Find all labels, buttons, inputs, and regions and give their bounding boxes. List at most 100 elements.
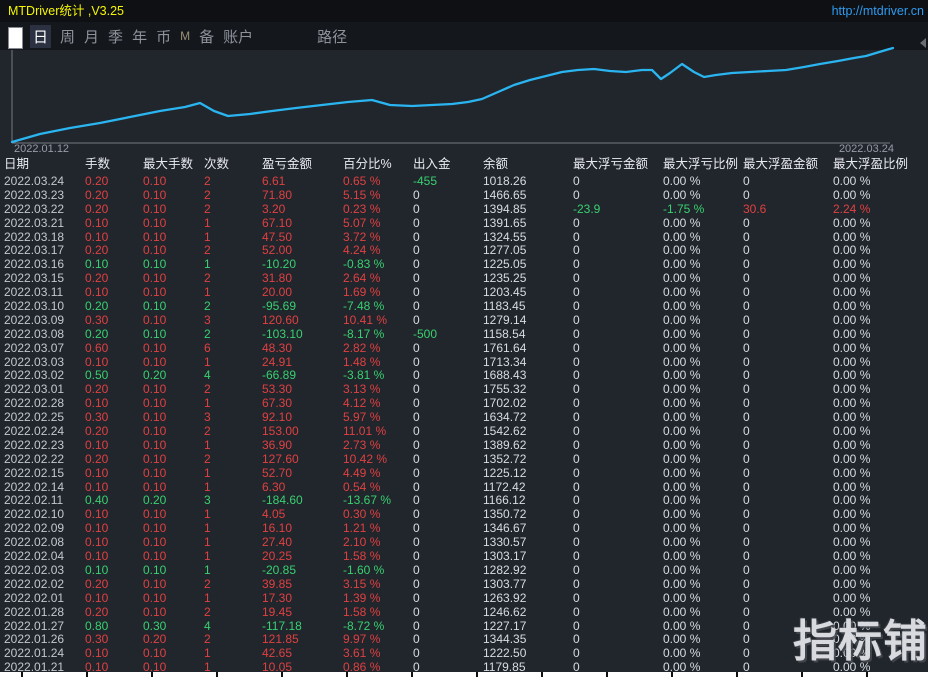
table-cell: 1466.65 [483,189,573,203]
table-row: 2022.03.020.500.204-66.89-3.81 %01688.43… [0,369,928,383]
table-cell: -1.75 % [663,203,743,217]
table-cell: 1166.12 [483,494,573,508]
table-cell: 2022.02.11 [4,494,85,508]
white-box-control[interactable] [8,27,23,49]
table-cell: -0.83 % [343,258,413,272]
table-cell: 11.01 % [343,425,413,439]
table-cell: 0.20 [85,272,143,286]
table-cell: 0.10 [143,522,204,536]
table-cell: 5.15 % [343,189,413,203]
table-cell: 0 [573,522,663,536]
table-cell: 2 [204,189,262,203]
table-row: 2022.02.220.200.102127.6010.42 %01352.72… [0,453,928,467]
table-cell: 0.10 [85,356,143,370]
table-cell: 2022.02.14 [4,481,85,495]
table-cell: 0 [413,189,483,203]
table-cell: 0.00 % [833,383,928,397]
table-cell: 1018.26 [483,175,573,189]
table-cell: 3.15 % [343,578,413,592]
table-row: 2022.02.080.100.10127.402.10 %01330.5700… [0,536,928,550]
table-cell: 0 [413,272,483,286]
table-cell: 6.61 [262,175,343,189]
table-cell: 0 [743,425,833,439]
table-cell: 67.10 [262,217,343,231]
table-cell: 0 [413,369,483,383]
table-row: 2022.02.030.100.101-20.85-1.60 %01282.92… [0,564,928,578]
table-cell: -20.85 [262,564,343,578]
table-cell: 0 [573,481,663,495]
table-cell: 0.00 % [663,508,743,522]
table-cell: 0.00 % [833,411,928,425]
table-cell: 52.70 [262,467,343,481]
table-row: 2022.03.240.200.1026.610.65 %-4551018.26… [0,175,928,189]
table-cell: 0 [573,231,663,245]
table-cell: 0 [413,620,483,634]
table-cell: 0.00 % [663,175,743,189]
table-cell: 2022.03.15 [4,272,85,286]
table-cell: 0.10 [143,383,204,397]
table-cell: 0.10 [143,231,204,245]
table-cell: 0 [573,536,663,550]
table-cell: 0 [573,564,663,578]
table-cell: 20.00 [262,286,343,300]
table-cell: 0.30 [85,314,143,328]
table-cell: 1303.17 [483,550,573,564]
table-cell: 2 [204,578,262,592]
table-cell: 0.00 % [663,314,743,328]
table-cell: 24.91 [262,356,343,370]
table-cell: 2022.01.24 [4,647,85,661]
table-cell: 0.10 [143,272,204,286]
table-cell: 0 [573,425,663,439]
table-cell: 0.10 [143,314,204,328]
table-cell: 0.00 % [663,244,743,258]
table-cell: 0.10 [143,286,204,300]
table-cell: 0.10 [143,606,204,620]
table-cell: 42.65 [262,647,343,661]
table-cell: 0.00 % [663,633,743,647]
table-cell: 0.30 [143,620,204,634]
table-cell: 1324.55 [483,231,573,245]
table-cell: 0.20 [85,244,143,258]
table-cell: 2 [204,328,262,342]
table-row: 2022.03.210.100.10167.105.07 %01391.6500… [0,217,928,231]
table-cell: 0.00 % [663,383,743,397]
table-cell: 0.10 [85,522,143,536]
bottom-grid-strip [0,672,928,677]
table-cell: 1.58 % [343,550,413,564]
table-cell: 0 [573,578,663,592]
table-row: 2022.03.180.100.10147.503.72 %01324.5500… [0,231,928,245]
equity-chart [0,0,928,155]
table-cell: 0.10 [143,244,204,258]
column-header: 盈亏金额 [262,155,343,174]
table-cell: 0.00 % [833,369,928,383]
app-window: MTDriver统计 ,V3.25 http://mtdriver.cn 日周月… [0,0,928,677]
table-cell: 1352.72 [483,453,573,467]
table-cell: 0 [413,217,483,231]
table-cell: 0.10 [143,397,204,411]
table-cell: 0.00 % [663,481,743,495]
table-cell: 0 [413,314,483,328]
table-cell: 1225.12 [483,467,573,481]
table-cell: 0 [743,522,833,536]
table-cell: 0.00 % [663,286,743,300]
table-cell: 0 [573,508,663,522]
table-cell: 0 [573,550,663,564]
table-cell: 4.12 % [343,397,413,411]
table-cell: 2.24 % [833,203,928,217]
table-cell: 0.00 % [663,411,743,425]
watermark: 指标铺 [793,605,928,669]
table-cell: 0 [413,522,483,536]
table-row: 2022.02.010.100.10117.301.39 %01263.9200… [0,592,928,606]
table-cell: 0 [413,397,483,411]
table-cell: 6.30 [262,481,343,495]
table-cell: 31.80 [262,272,343,286]
table-cell: 1303.77 [483,578,573,592]
table-cell: 0.00 % [833,550,928,564]
table-cell: 1 [204,439,262,453]
table-cell: 0.60 [85,342,143,356]
table-cell: 0.10 [143,592,204,606]
table-cell: 0.00 % [663,328,743,342]
table-cell: 3 [204,411,262,425]
table-cell: 0.10 [143,550,204,564]
table-cell: 0.20 [85,453,143,467]
